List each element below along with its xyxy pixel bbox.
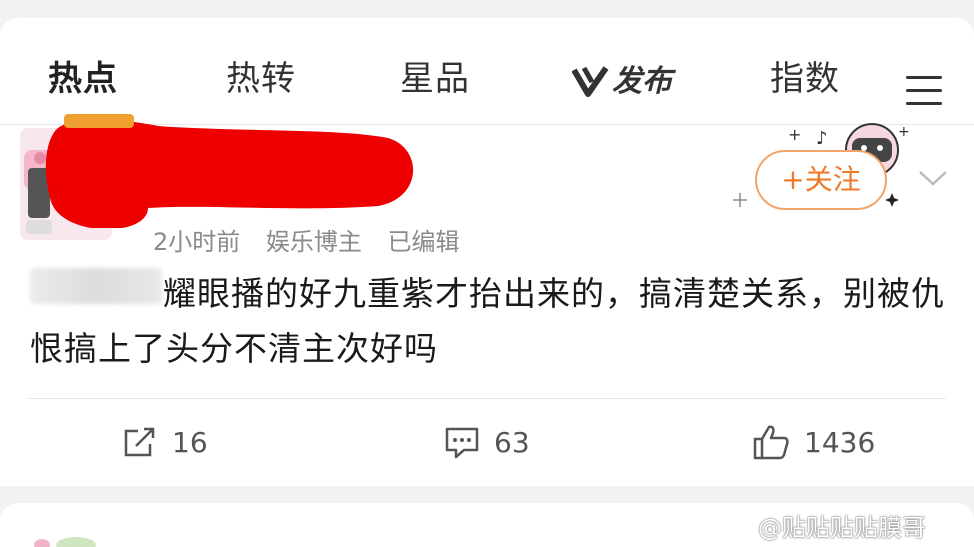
watermark: @贴贴贴贴膜哥 <box>758 514 926 542</box>
tab-hot-repost[interactable]: 热转 <box>226 54 296 104</box>
tab-index[interactable]: 指数 <box>770 54 840 104</box>
repost-count: 16 <box>172 425 208 459</box>
repost-button[interactable]: 16 <box>122 422 208 462</box>
repost-icon <box>124 427 155 457</box>
svg-text:+: + <box>898 124 910 140</box>
post-time: 2小时前 <box>153 228 241 256</box>
post-meta: 2小时前 娱乐博主 已编辑 <box>153 222 478 257</box>
tab-star-products[interactable]: 星品 <box>400 54 470 104</box>
svg-text:♪: ♪ <box>816 128 828 149</box>
sparkle-icon <box>733 193 747 207</box>
follow-button[interactable]: +关注 <box>755 150 887 210</box>
next-avatar-icon <box>34 537 96 547</box>
comment-count: 63 <box>494 425 530 459</box>
tab-hot[interactable]: 热点 <box>48 54 118 104</box>
tab-publish-label: 发布 <box>612 64 672 99</box>
redaction-mark <box>45 114 413 228</box>
like-count: 1436 <box>804 425 876 459</box>
comment-button[interactable]: 63 <box>444 422 530 462</box>
tab-v-publish[interactable]: 发布 <box>572 62 676 102</box>
post-card: 热点 热转 星品 发布 指数 <box>0 18 974 486</box>
post-category[interactable]: 娱乐博主 <box>266 228 362 256</box>
comment-icon <box>445 427 479 459</box>
thumbs-up-icon <box>753 425 789 460</box>
star-icon <box>885 193 899 207</box>
post-text: 耀眼播的好九重紫才抬出来的，搞清楚关系，别被仇恨搞上了头分不清主次好吗 <box>30 274 945 368</box>
actions-divider <box>28 398 946 399</box>
menu-icon[interactable] <box>906 76 942 106</box>
chevron-down-icon[interactable] <box>918 168 948 188</box>
svg-text:+: + <box>788 125 801 144</box>
like-button[interactable]: 1436 <box>752 422 875 462</box>
v-logo-icon <box>572 66 609 97</box>
edited-label[interactable]: 已编辑 <box>388 228 460 256</box>
